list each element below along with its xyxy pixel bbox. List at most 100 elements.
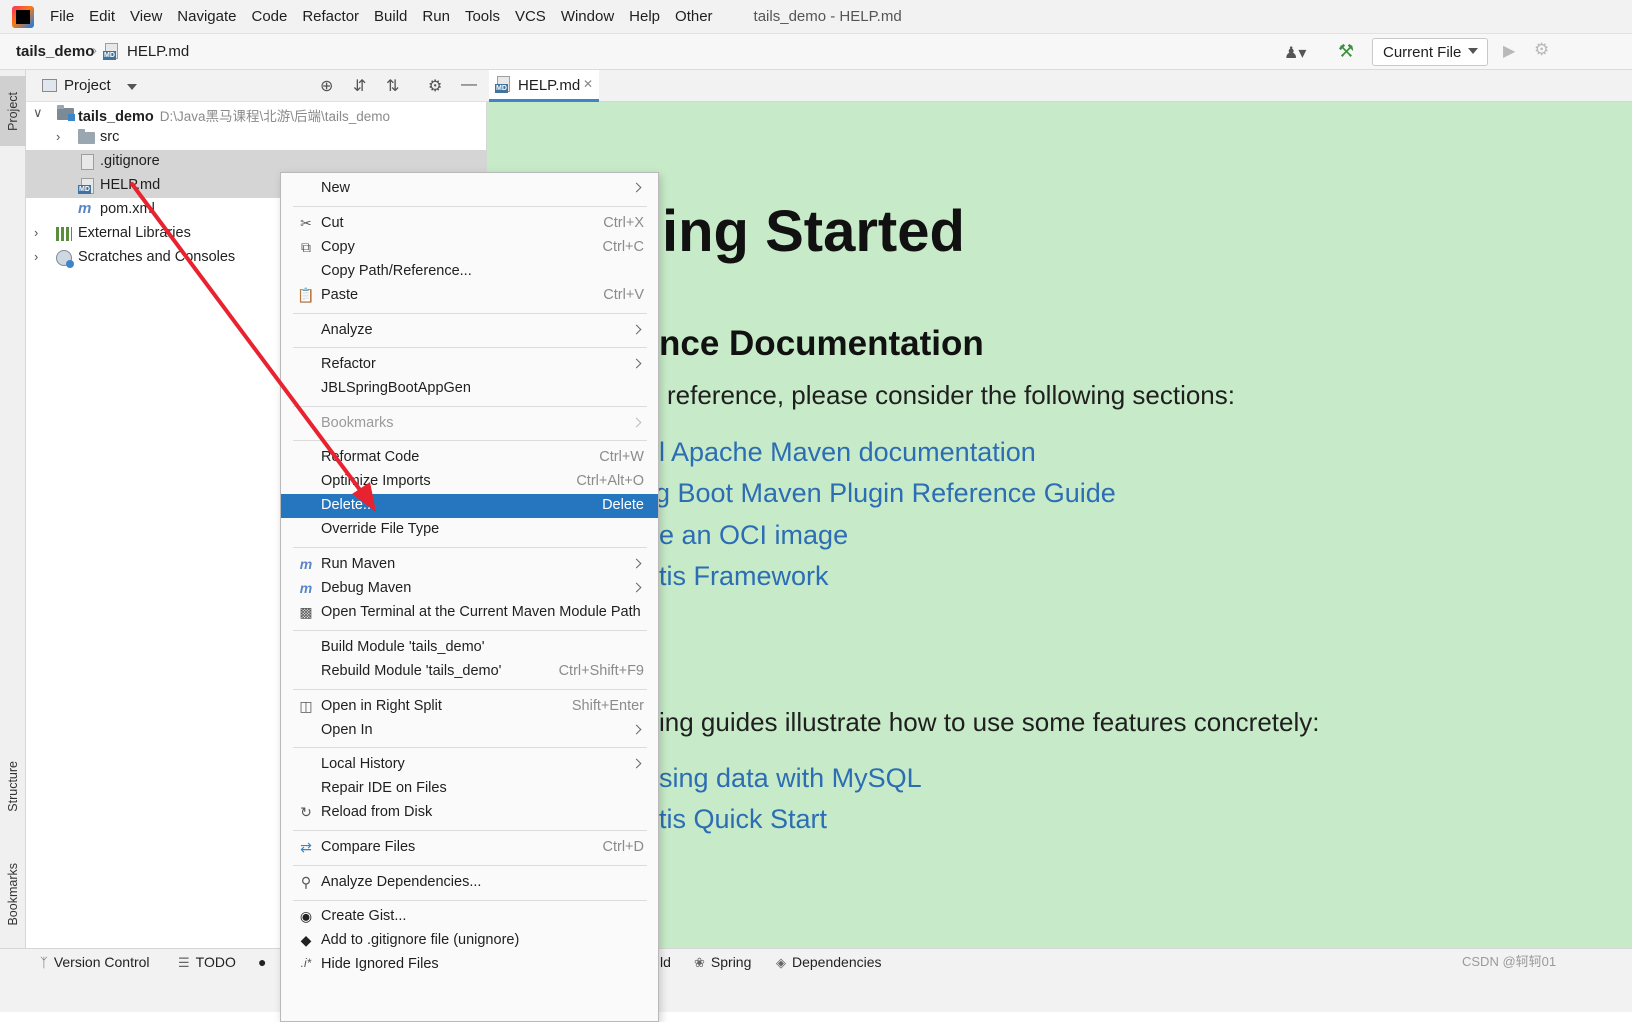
ctx-refactor[interactable]: Refactor bbox=[281, 353, 658, 377]
folder-icon bbox=[78, 129, 95, 144]
ctx-open-in-right-split[interactable]: ◫ Open in Right Split Shift+Enter bbox=[281, 695, 658, 719]
ctx-jbl-spring-boot-app-gen[interactable]: JBLSpringBootAppGen bbox=[281, 377, 658, 401]
md-badge: MD bbox=[78, 185, 91, 194]
chevron-right-icon bbox=[631, 182, 642, 193]
ctx-repair-ide[interactable]: Repair IDE on Files bbox=[281, 777, 658, 801]
doc-link-spring-boot-maven-plugin[interactable]: g Boot Maven Plugin Reference Guide bbox=[655, 478, 1116, 509]
ctx-bookmarks: Bookmarks bbox=[281, 412, 658, 436]
menu-divider bbox=[293, 865, 647, 866]
chevron-right-icon bbox=[631, 758, 642, 769]
status-version-control[interactable]: ᛉ Version Control bbox=[40, 954, 150, 970]
ctx-analyze-dependencies[interactable]: ⚲ Analyze Dependencies... bbox=[281, 871, 658, 895]
markdown-file-icon: MD bbox=[495, 76, 513, 94]
github-icon: ◉ bbox=[299, 908, 313, 924]
build-hammer-icon[interactable]: ⚒ bbox=[1338, 41, 1354, 62]
ctx-hide-ignored-files[interactable]: .i* Hide Ignored Files bbox=[281, 953, 658, 977]
split-icon: ◫ bbox=[299, 698, 313, 714]
git-icon: ◆ bbox=[300, 932, 312, 948]
spring-leaf-icon: ❀ bbox=[694, 955, 705, 970]
status-todo[interactable]: ☰ TODO bbox=[178, 954, 236, 971]
branch-icon: ᛉ bbox=[40, 955, 48, 970]
menu-run[interactable]: Run bbox=[422, 8, 450, 25]
expand-all-icon[interactable]: ⇵ bbox=[353, 76, 366, 96]
menu-vcs[interactable]: VCS bbox=[515, 8, 546, 25]
breadcrumb-project[interactable]: tails_demo bbox=[16, 43, 94, 60]
scratches-icon bbox=[56, 250, 74, 268]
doc-link-mybatis-quick-start[interactable]: tis Quick Start bbox=[659, 804, 827, 835]
run-configuration-select[interactable]: Current File bbox=[1372, 38, 1488, 66]
ctx-copy-path[interactable]: Copy Path/Reference... bbox=[281, 260, 658, 284]
tree-item-src[interactable]: › src bbox=[26, 126, 487, 150]
tab-help-md[interactable]: MD HELP.md ✕ bbox=[489, 70, 599, 102]
menu-navigate[interactable]: Navigate bbox=[177, 8, 236, 25]
tree-item-tails-demo[interactable]: ∨ tails_demo D:\Java黑马课程\北游\后端\tails_demo bbox=[26, 102, 487, 126]
close-icon[interactable]: ✕ bbox=[583, 77, 593, 91]
chevron-right-icon[interactable]: › bbox=[34, 225, 38, 240]
tree-item-gitignore[interactable]: .gitignore bbox=[26, 150, 487, 174]
ctx-cut[interactable]: ✂ Cut Ctrl+X bbox=[281, 212, 658, 236]
problems-icon[interactable]: ● bbox=[258, 954, 266, 970]
chevron-down-icon[interactable]: ∨ bbox=[33, 105, 43, 121]
menu-other[interactable]: Other bbox=[675, 8, 713, 25]
menu-code[interactable]: Code bbox=[251, 8, 287, 25]
menu-divider bbox=[293, 830, 647, 831]
status-dependencies[interactable]: ◈ Dependencies bbox=[776, 954, 882, 971]
ctx-open-terminal-maven[interactable]: ▩ Open Terminal at the Current Maven Modu… bbox=[281, 601, 658, 625]
tree-item-label: HELP.md bbox=[100, 177, 161, 193]
menu-tools[interactable]: Tools bbox=[465, 8, 500, 25]
menu-file[interactable]: File bbox=[50, 8, 74, 25]
menu-view[interactable]: View bbox=[130, 8, 162, 25]
doc-link-maven-docs[interactable]: l Apache Maven documentation bbox=[659, 437, 1036, 468]
ctx-delete[interactable]: Delete... Delete bbox=[281, 494, 658, 518]
chevron-right-icon[interactable]: › bbox=[34, 249, 38, 264]
menu-edit[interactable]: Edit bbox=[89, 8, 115, 25]
debug-icon[interactable]: ⚙ bbox=[1534, 40, 1549, 60]
minimize-icon[interactable]: — bbox=[461, 76, 477, 94]
tree-item-label: tails_demo bbox=[78, 109, 154, 125]
run-icon[interactable]: ▶ bbox=[1503, 41, 1515, 61]
dependencies-icon: ◈ bbox=[776, 955, 786, 970]
tool-tab-project[interactable]: Project bbox=[0, 76, 26, 146]
analyze-dependencies-icon: ⚲ bbox=[300, 874, 312, 890]
menu-window[interactable]: Window bbox=[561, 8, 614, 25]
status-spring[interactable]: ❀ Spring bbox=[694, 954, 751, 971]
chevron-right-icon[interactable]: › bbox=[56, 129, 60, 144]
doc-link-mybatis-framework[interactable]: tis Framework bbox=[659, 561, 829, 592]
locate-icon[interactable]: ⊕ bbox=[320, 76, 333, 96]
doc-link-mysql-guide[interactable]: sing data with MySQL bbox=[659, 763, 922, 794]
project-panel-title[interactable]: Project bbox=[64, 77, 111, 94]
ctx-analyze[interactable]: Analyze bbox=[281, 319, 658, 343]
ctx-run-maven[interactable]: m Run Maven bbox=[281, 553, 658, 577]
ctx-create-gist[interactable]: ◉ Create Gist... bbox=[281, 905, 658, 929]
tool-tab-bookmarks[interactable]: Bookmarks bbox=[0, 850, 26, 938]
ctx-optimize-imports[interactable]: Optimize Imports Ctrl+Alt+O bbox=[281, 470, 658, 494]
ctx-add-to-gitignore[interactable]: ◆ Add to .gitignore file (unignore) bbox=[281, 929, 658, 953]
ctx-local-history[interactable]: Local History bbox=[281, 753, 658, 777]
ctx-reload-from-disk[interactable]: ↻ Reload from Disk bbox=[281, 801, 658, 825]
terminal-icon: ▩ bbox=[299, 604, 313, 620]
chevron-down-icon[interactable] bbox=[127, 84, 137, 90]
menu-help[interactable]: Help bbox=[629, 8, 660, 25]
ctx-open-in[interactable]: Open In bbox=[281, 719, 658, 743]
ctx-paste[interactable]: 📋 Paste Ctrl+V bbox=[281, 284, 658, 308]
gear-icon[interactable]: ⚙ bbox=[428, 76, 442, 96]
tool-tab-structure[interactable]: Structure bbox=[0, 746, 26, 826]
breadcrumb-file[interactable]: HELP.md bbox=[127, 43, 189, 60]
ctx-rebuild-module[interactable]: Rebuild Module 'tails_demo' Ctrl+Shift+F9 bbox=[281, 660, 658, 684]
ctx-new[interactable]: New bbox=[281, 177, 658, 201]
status-build[interactable]: ld bbox=[660, 954, 671, 970]
ctx-reformat-code[interactable]: Reformat Code Ctrl+W bbox=[281, 446, 658, 470]
menu-divider bbox=[293, 630, 647, 631]
menu-bar: File Edit View Navigate Code Refactor Bu… bbox=[0, 0, 1632, 34]
ctx-debug-maven[interactable]: m Debug Maven bbox=[281, 577, 658, 601]
ctx-copy[interactable]: ⧉ Copy Ctrl+C bbox=[281, 236, 658, 260]
ctx-build-module[interactable]: Build Module 'tails_demo' bbox=[281, 636, 658, 660]
ctx-compare-files[interactable]: ⇄ Compare Files Ctrl+D bbox=[281, 836, 658, 860]
doc-link-oci-image[interactable]: e an OCI image bbox=[659, 520, 848, 551]
tree-item-label: src bbox=[100, 129, 120, 145]
collapse-all-icon[interactable]: ⇅ bbox=[386, 76, 399, 96]
ctx-override-file-type[interactable]: Override File Type bbox=[281, 518, 658, 542]
menu-build[interactable]: Build bbox=[374, 8, 407, 25]
menu-refactor[interactable]: Refactor bbox=[302, 8, 359, 25]
user-account-icon[interactable]: ♟▾ bbox=[1284, 43, 1306, 63]
